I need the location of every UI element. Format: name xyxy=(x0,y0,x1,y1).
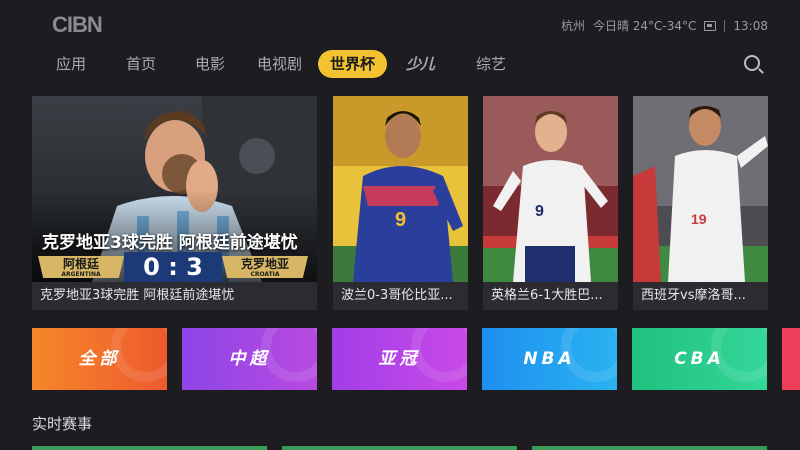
headline-overlay: 克罗地亚3球完胜 阿根廷前途堪忧 xyxy=(42,233,298,253)
card-caption: 西班牙vs摩洛哥... xyxy=(633,282,768,310)
category-label: 中超 xyxy=(228,349,271,369)
category-acl[interactable]: 亚冠 xyxy=(332,328,467,390)
svg-text:19: 19 xyxy=(691,211,707,227)
live-card-peek[interactable] xyxy=(282,446,517,450)
tab-world-cup[interactable]: 世界杯 xyxy=(318,50,388,78)
match-photo: 克罗地亚3球完胜 阿根廷前途堪忧 阿根廷 ARGENTINA 0 : 3 克罗地… xyxy=(32,96,317,282)
team-croatia: 克罗地亚 CROATIA xyxy=(222,256,308,278)
match-score: 0 : 3 xyxy=(124,252,222,282)
card-caption: 克罗地亚3球完胜 阿根廷前途堪忧 xyxy=(32,282,317,310)
divider xyxy=(724,19,726,32)
scoreboard: 阿根廷 ARGENTINA 0 : 3 克罗地亚 CROATIA xyxy=(38,252,308,282)
tab-movies[interactable]: 电影 xyxy=(195,50,225,78)
category-label: 全部 xyxy=(78,349,121,369)
tab-home[interactable]: 首页 xyxy=(126,50,156,78)
category-csl[interactable]: 中超 xyxy=(182,328,317,390)
tab-variety[interactable]: 综艺 xyxy=(476,50,506,78)
city-label: 杭州 xyxy=(560,19,585,33)
main-nav: 应用 首页 电影 电视剧 世界杯 少儿 综艺 xyxy=(0,46,800,80)
card-caption: 波兰0-3哥伦比亚... xyxy=(333,282,468,310)
featured-card-main[interactable]: 克罗地亚3球完胜 阿根廷前途堪忧 阿根廷 ARGENTINA 0 : 3 克罗地… xyxy=(32,96,317,310)
team-left-en: ARGENTINA xyxy=(61,271,101,278)
tab-kids[interactable]: 少儿 xyxy=(406,50,435,78)
svg-text:9: 9 xyxy=(395,209,406,231)
cibn-logo: CIBN xyxy=(52,12,103,37)
live-card-peek[interactable] xyxy=(32,446,267,450)
match-photo: 9 xyxy=(483,96,618,282)
team-argentina: 阿根廷 ARGENTINA xyxy=(38,256,124,278)
match-photo: 9 xyxy=(333,96,468,282)
category-label: CBA xyxy=(674,349,725,369)
featured-card-poland-colombia[interactable]: 9 波兰0-3哥伦比亚... xyxy=(333,96,468,310)
tab-tv-series[interactable]: 电视剧 xyxy=(257,50,302,78)
top-bar: CIBN 杭州 今日晴 24°C-34°C 13:08 xyxy=(0,0,800,48)
category-all[interactable]: 全部 xyxy=(32,328,167,390)
message-icon[interactable] xyxy=(704,20,717,31)
category-nba[interactable]: NBA xyxy=(482,328,617,390)
status-area: 杭州 今日晴 24°C-34°C 13:08 xyxy=(561,17,768,34)
live-card-peek[interactable] xyxy=(532,446,767,450)
tab-apps[interactable]: 应用 xyxy=(56,50,86,78)
search-icon[interactable] xyxy=(744,55,760,71)
category-cba[interactable]: CBA xyxy=(632,328,767,390)
team-right-name: 克罗地亚 xyxy=(240,257,289,271)
team-left-name: 阿根廷 xyxy=(62,257,99,271)
category-label: 亚冠 xyxy=(378,349,421,369)
category-label: NBA xyxy=(523,349,576,369)
svg-text:9: 9 xyxy=(535,203,544,220)
team-right-en: CROATIA xyxy=(250,271,280,278)
featured-card-england-panama[interactable]: 9 英格兰6-1大胜巴... xyxy=(483,96,618,310)
featured-card-spain-morocco[interactable]: 19 西班牙vs摩洛哥... xyxy=(633,96,768,310)
match-photo: 19 xyxy=(633,96,768,282)
card-caption: 英格兰6-1大胜巴... xyxy=(483,282,618,310)
clock: 13:08 xyxy=(733,18,768,33)
category-next-peek[interactable] xyxy=(782,328,800,390)
section-title-live: 实时赛事 xyxy=(32,415,93,433)
weather-label: 今日晴 24°C-34°C xyxy=(592,19,697,33)
